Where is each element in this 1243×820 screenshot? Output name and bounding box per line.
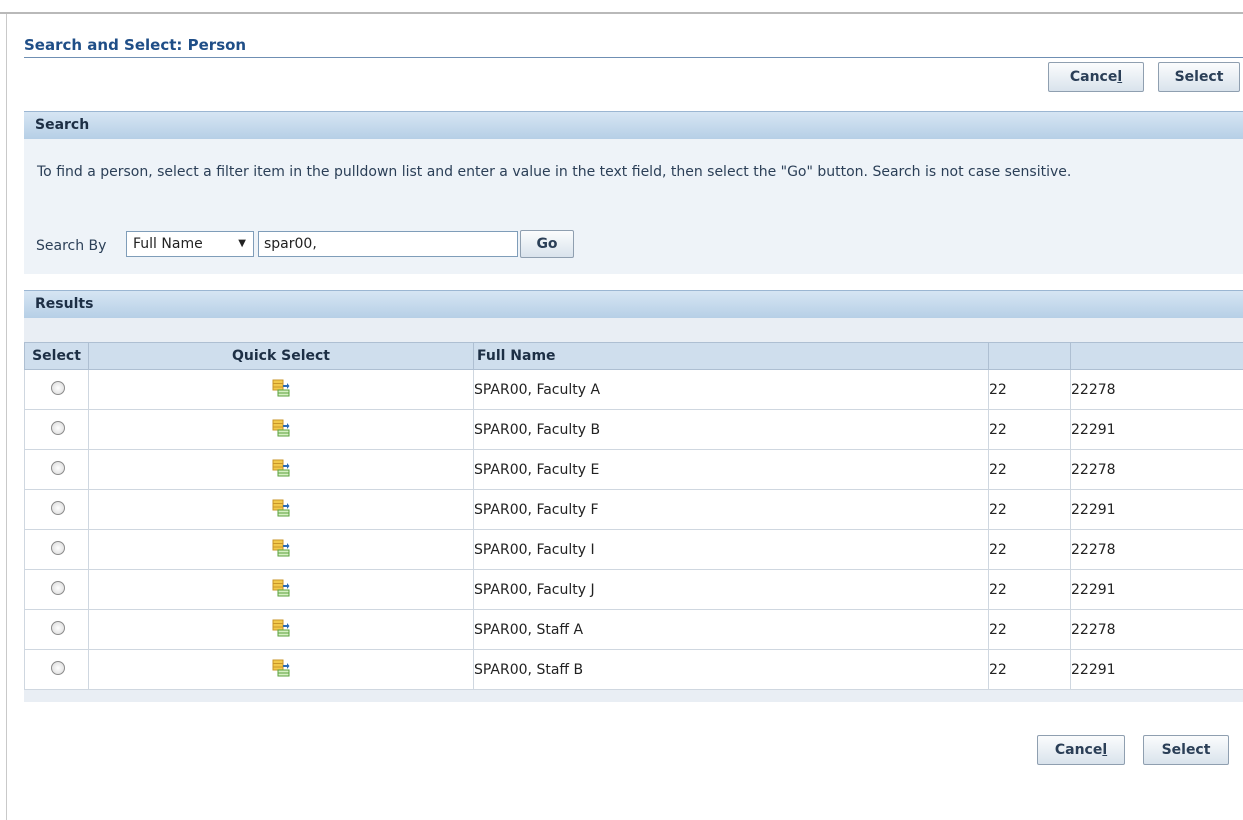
window-left-border (6, 14, 7, 820)
col5-cell: 22278 (1070, 529, 1243, 570)
go-button[interactable]: Go (520, 230, 574, 258)
col4-cell: 22 (988, 409, 1071, 450)
cancel-button-top[interactable]: Cancel (1048, 62, 1144, 92)
col4-cell: 22 (988, 649, 1071, 690)
col4-cell: 22 (988, 489, 1071, 530)
table-row: SPAR00, Staff A 22 22278 (24, 609, 1243, 650)
full-name-cell: SPAR00, Faculty B (473, 409, 989, 450)
select-cell (24, 449, 89, 490)
column-header-quick-select[interactable]: Quick Select (88, 342, 474, 370)
quick-select-icon[interactable] (272, 579, 290, 601)
select-cell (24, 369, 89, 410)
search-instructions: To find a person, select a filter item i… (37, 164, 1072, 180)
search-section-header: Search (24, 111, 1243, 139)
col5-cell: 22291 (1070, 409, 1243, 450)
table-row: SPAR00, Faculty J 22 22291 (24, 569, 1243, 610)
col4-cell: 22 (988, 609, 1071, 650)
row-select-radio[interactable] (51, 420, 65, 435)
row-select-radio[interactable] (51, 620, 65, 635)
row-select-radio[interactable] (51, 580, 65, 595)
results-panel: Select Quick Select Full Name SPAR00, Fa… (24, 318, 1243, 702)
col5-cell: 22278 (1070, 369, 1243, 410)
quick-select-cell (88, 369, 474, 410)
quick-select-cell (88, 529, 474, 570)
results-section-title: Results (35, 296, 94, 312)
table-row: SPAR00, Faculty A 22 22278 (24, 369, 1243, 410)
col5-cell: 22291 (1070, 569, 1243, 610)
full-name-cell: SPAR00, Faculty E (473, 449, 989, 490)
select-button-top[interactable]: Select (1158, 62, 1240, 92)
col5-cell: 22291 (1070, 489, 1243, 530)
column-header-select[interactable]: Select (24, 342, 89, 370)
quick-select-icon[interactable] (272, 379, 290, 401)
select-cell (24, 529, 89, 570)
table-row: SPAR00, Faculty B 22 22291 (24, 409, 1243, 450)
select-cell (24, 489, 89, 530)
row-select-radio[interactable] (51, 460, 65, 475)
quick-select-cell (88, 609, 474, 650)
full-name-cell: SPAR00, Staff A (473, 609, 989, 650)
row-select-radio[interactable] (51, 540, 65, 555)
search-by-selected-value: Full Name (133, 236, 203, 252)
row-select-radio[interactable] (51, 380, 65, 395)
select-button-label: Select (1161, 742, 1211, 758)
select-cell (24, 409, 89, 450)
col4-cell: 22 (988, 569, 1071, 610)
window-top-border (0, 12, 1243, 14)
col4-cell: 22 (988, 529, 1071, 570)
column-header-col5 (1070, 342, 1243, 370)
search-text-input[interactable] (258, 231, 518, 257)
table-header-row: Select Quick Select Full Name (24, 342, 1243, 370)
quick-select-cell (88, 409, 474, 450)
search-by-select[interactable]: Full Name ▼ (126, 231, 254, 257)
select-cell (24, 609, 89, 650)
table-row: SPAR00, Faculty I 22 22278 (24, 529, 1243, 570)
column-header-full-name[interactable]: Full Name (473, 342, 989, 370)
search-section-title: Search (35, 117, 90, 133)
full-name-cell: SPAR00, Faculty J (473, 569, 989, 610)
select-cell (24, 569, 89, 610)
quick-select-cell (88, 449, 474, 490)
quick-select-cell (88, 569, 474, 610)
col4-cell: 22 (988, 449, 1071, 490)
go-button-label: Go (536, 236, 558, 252)
chevron-down-icon: ▼ (238, 238, 246, 249)
cancel-button-label: Cancel (1069, 69, 1123, 85)
row-select-radio[interactable] (51, 660, 65, 675)
col5-cell: 22291 (1070, 649, 1243, 690)
select-cell (24, 649, 89, 690)
cancel-button-label: Cancel (1054, 742, 1108, 758)
cancel-button-bottom[interactable]: Cancel (1037, 735, 1125, 765)
quick-select-icon[interactable] (272, 659, 290, 681)
page-title: Search and Select: Person (24, 36, 1243, 58)
column-header-col4 (988, 342, 1071, 370)
table-row: SPAR00, Faculty F 22 22291 (24, 489, 1243, 530)
quick-select-icon[interactable] (272, 619, 290, 641)
quick-select-icon[interactable] (272, 419, 290, 441)
full-name-cell: SPAR00, Faculty I (473, 529, 989, 570)
col4-cell: 22 (988, 369, 1071, 410)
search-by-label: Search By (36, 238, 107, 254)
col5-cell: 22278 (1070, 449, 1243, 490)
full-name-cell: SPAR00, Faculty F (473, 489, 989, 530)
full-name-cell: SPAR00, Faculty A (473, 369, 989, 410)
select-button-label: Select (1174, 69, 1224, 85)
full-name-cell: SPAR00, Staff B (473, 649, 989, 690)
results-table: Select Quick Select Full Name SPAR00, Fa… (24, 342, 1243, 690)
col5-cell: 22278 (1070, 609, 1243, 650)
quick-select-cell (88, 649, 474, 690)
select-button-bottom[interactable]: Select (1143, 735, 1229, 765)
results-section-header: Results (24, 290, 1243, 318)
search-panel: To find a person, select a filter item i… (24, 139, 1243, 274)
table-row: SPAR00, Staff B 22 22291 (24, 649, 1243, 690)
table-row: SPAR00, Faculty E 22 22278 (24, 449, 1243, 490)
row-select-radio[interactable] (51, 500, 65, 515)
quick-select-icon[interactable] (272, 459, 290, 481)
quick-select-icon[interactable] (272, 539, 290, 561)
quick-select-cell (88, 489, 474, 530)
quick-select-icon[interactable] (272, 499, 290, 521)
